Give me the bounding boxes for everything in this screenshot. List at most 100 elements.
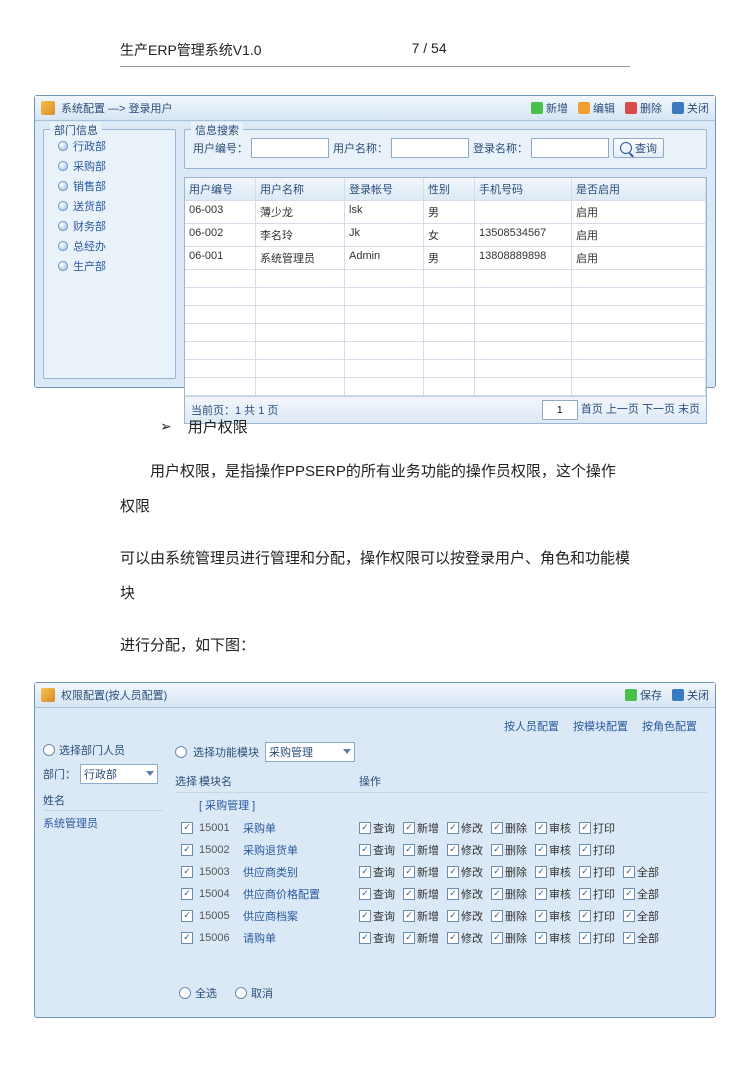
window-icon	[41, 688, 55, 702]
checkbox-icon	[623, 888, 635, 900]
dept-tree-item[interactable]: 生产部	[52, 256, 167, 276]
checkbox-icon	[447, 932, 459, 944]
perm-op[interactable]: 修改	[447, 908, 483, 924]
tab-by-role[interactable]: 按角色配置	[642, 718, 697, 734]
perm-op[interactable]: 删除	[491, 908, 527, 924]
window-icon	[41, 101, 55, 115]
perm-op[interactable]: 打印	[579, 886, 615, 902]
perm-op[interactable]: 修改	[447, 820, 483, 836]
pager-page-input[interactable]	[542, 400, 578, 420]
perm-op[interactable]: 查询	[359, 864, 395, 880]
perm-op[interactable]: 全部	[623, 930, 659, 946]
grid-row[interactable]: 06-001系统管理员Admin男13808889898启用	[185, 247, 706, 270]
perm-operations: 查询新增修改删除审核打印	[359, 820, 707, 836]
perm-op[interactable]: 审核	[535, 886, 571, 902]
perm-op[interactable]: 修改	[447, 886, 483, 902]
perm-module-name[interactable]: 供应商价格配置	[243, 886, 359, 902]
perm-op[interactable]: 新增	[403, 820, 439, 836]
grid-cell: 13808889898	[475, 247, 572, 269]
perm-op[interactable]: 打印	[579, 930, 615, 946]
radio-select-module[interactable]: 选择功能模块	[193, 744, 259, 760]
close-button[interactable]: 关闭	[672, 100, 709, 116]
grid-row-empty	[185, 306, 706, 324]
input-user-no[interactable]	[251, 138, 329, 158]
perm-op[interactable]: 打印	[579, 864, 615, 880]
select-all-radio[interactable]: 全选	[179, 985, 217, 1001]
perm-op[interactable]: 打印	[579, 908, 615, 924]
perm-op[interactable]: 审核	[535, 820, 571, 836]
perm-op[interactable]: 删除	[491, 820, 527, 836]
perm-op[interactable]: 打印	[579, 820, 615, 836]
radio-select-dept-person[interactable]: 选择部门人员	[43, 742, 163, 758]
perm-module-name[interactable]: 供应商类别	[243, 864, 359, 880]
row-checkbox[interactable]	[181, 932, 193, 944]
dept-tree-item[interactable]: 采购部	[52, 156, 167, 176]
perm-op[interactable]: 删除	[491, 842, 527, 858]
checkbox-icon	[491, 866, 503, 878]
close-button-2[interactable]: 关闭	[672, 687, 709, 703]
delete-button[interactable]: 删除	[625, 100, 662, 116]
perm-op[interactable]: 修改	[447, 930, 483, 946]
perm-module-name[interactable]: 采购单	[243, 820, 359, 836]
row-checkbox[interactable]	[181, 910, 193, 922]
checkbox-icon	[579, 866, 591, 878]
grid-column-header: 登录帐号	[345, 178, 424, 200]
perm-op[interactable]: 审核	[535, 908, 571, 924]
perm-op[interactable]: 查询	[359, 842, 395, 858]
row-checkbox[interactable]	[181, 844, 193, 856]
perm-module-name[interactable]: 采购退货单	[243, 842, 359, 858]
save-button[interactable]: 保存	[625, 687, 662, 703]
doc-page-number: 7 / 54	[412, 40, 447, 60]
perm-op[interactable]: 打印	[579, 842, 615, 858]
grid-row-empty	[185, 378, 706, 396]
perm-op[interactable]: 删除	[491, 930, 527, 946]
perm-op[interactable]: 新增	[403, 930, 439, 946]
dept-select[interactable]: 行政部	[80, 764, 158, 784]
perm-op[interactable]: 修改	[447, 842, 483, 858]
edit-button[interactable]: 编辑	[578, 100, 615, 116]
perm-op[interactable]: 全部	[623, 908, 659, 924]
grid-column-header: 用户编号	[185, 178, 256, 200]
row-checkbox[interactable]	[181, 866, 193, 878]
checkbox-icon	[359, 866, 371, 878]
perm-op[interactable]: 审核	[535, 842, 571, 858]
tab-by-module[interactable]: 按模块配置	[573, 718, 628, 734]
tab-by-person[interactable]: 按人员配置	[504, 718, 559, 734]
person-item[interactable]: 系统管理员	[43, 813, 163, 833]
dept-tree-item[interactable]: 行政部	[52, 136, 167, 156]
perm-op[interactable]: 查询	[359, 908, 395, 924]
perm-op[interactable]: 新增	[403, 842, 439, 858]
perm-op[interactable]: 全部	[623, 864, 659, 880]
dept-tree-item[interactable]: 总经办	[52, 236, 167, 256]
perm-op[interactable]: 删除	[491, 864, 527, 880]
grid-row[interactable]: 06-003薄少龙lsk男启用	[185, 201, 706, 224]
perm-op[interactable]: 全部	[623, 886, 659, 902]
add-button[interactable]: 新增	[531, 100, 568, 116]
row-checkbox[interactable]	[181, 822, 193, 834]
perm-module-name[interactable]: 请购单	[243, 930, 359, 946]
perm-op[interactable]: 修改	[447, 864, 483, 880]
perm-op[interactable]: 查询	[359, 820, 395, 836]
perm-module-name[interactable]: 供应商档案	[243, 908, 359, 924]
perm-code: 15001	[199, 822, 243, 834]
search-button[interactable]: 查询	[613, 138, 664, 158]
perm-op[interactable]: 查询	[359, 886, 395, 902]
perm-op[interactable]: 新增	[403, 864, 439, 880]
perm-op[interactable]: 新增	[403, 908, 439, 924]
pager-nav[interactable]: 首页 上一页 下一页 末页	[581, 404, 700, 416]
module-select[interactable]: 采购管理	[265, 742, 355, 762]
input-login-name[interactable]	[531, 138, 609, 158]
perm-op[interactable]: 查询	[359, 930, 395, 946]
dept-tree-item[interactable]: 财务部	[52, 216, 167, 236]
perm-op[interactable]: 删除	[491, 886, 527, 902]
input-user-name[interactable]	[391, 138, 469, 158]
dept-tree-item[interactable]: 销售部	[52, 176, 167, 196]
perm-op[interactable]: 审核	[535, 930, 571, 946]
perm-op[interactable]: 新增	[403, 886, 439, 902]
dept-tree-item[interactable]: 送货部	[52, 196, 167, 216]
grid-row[interactable]: 06-002李名玲Jk女13508534567启用	[185, 224, 706, 247]
perm-op[interactable]: 审核	[535, 864, 571, 880]
clear-all-radio[interactable]: 取消	[235, 985, 273, 1001]
radio-icon	[43, 744, 55, 756]
row-checkbox[interactable]	[181, 888, 193, 900]
